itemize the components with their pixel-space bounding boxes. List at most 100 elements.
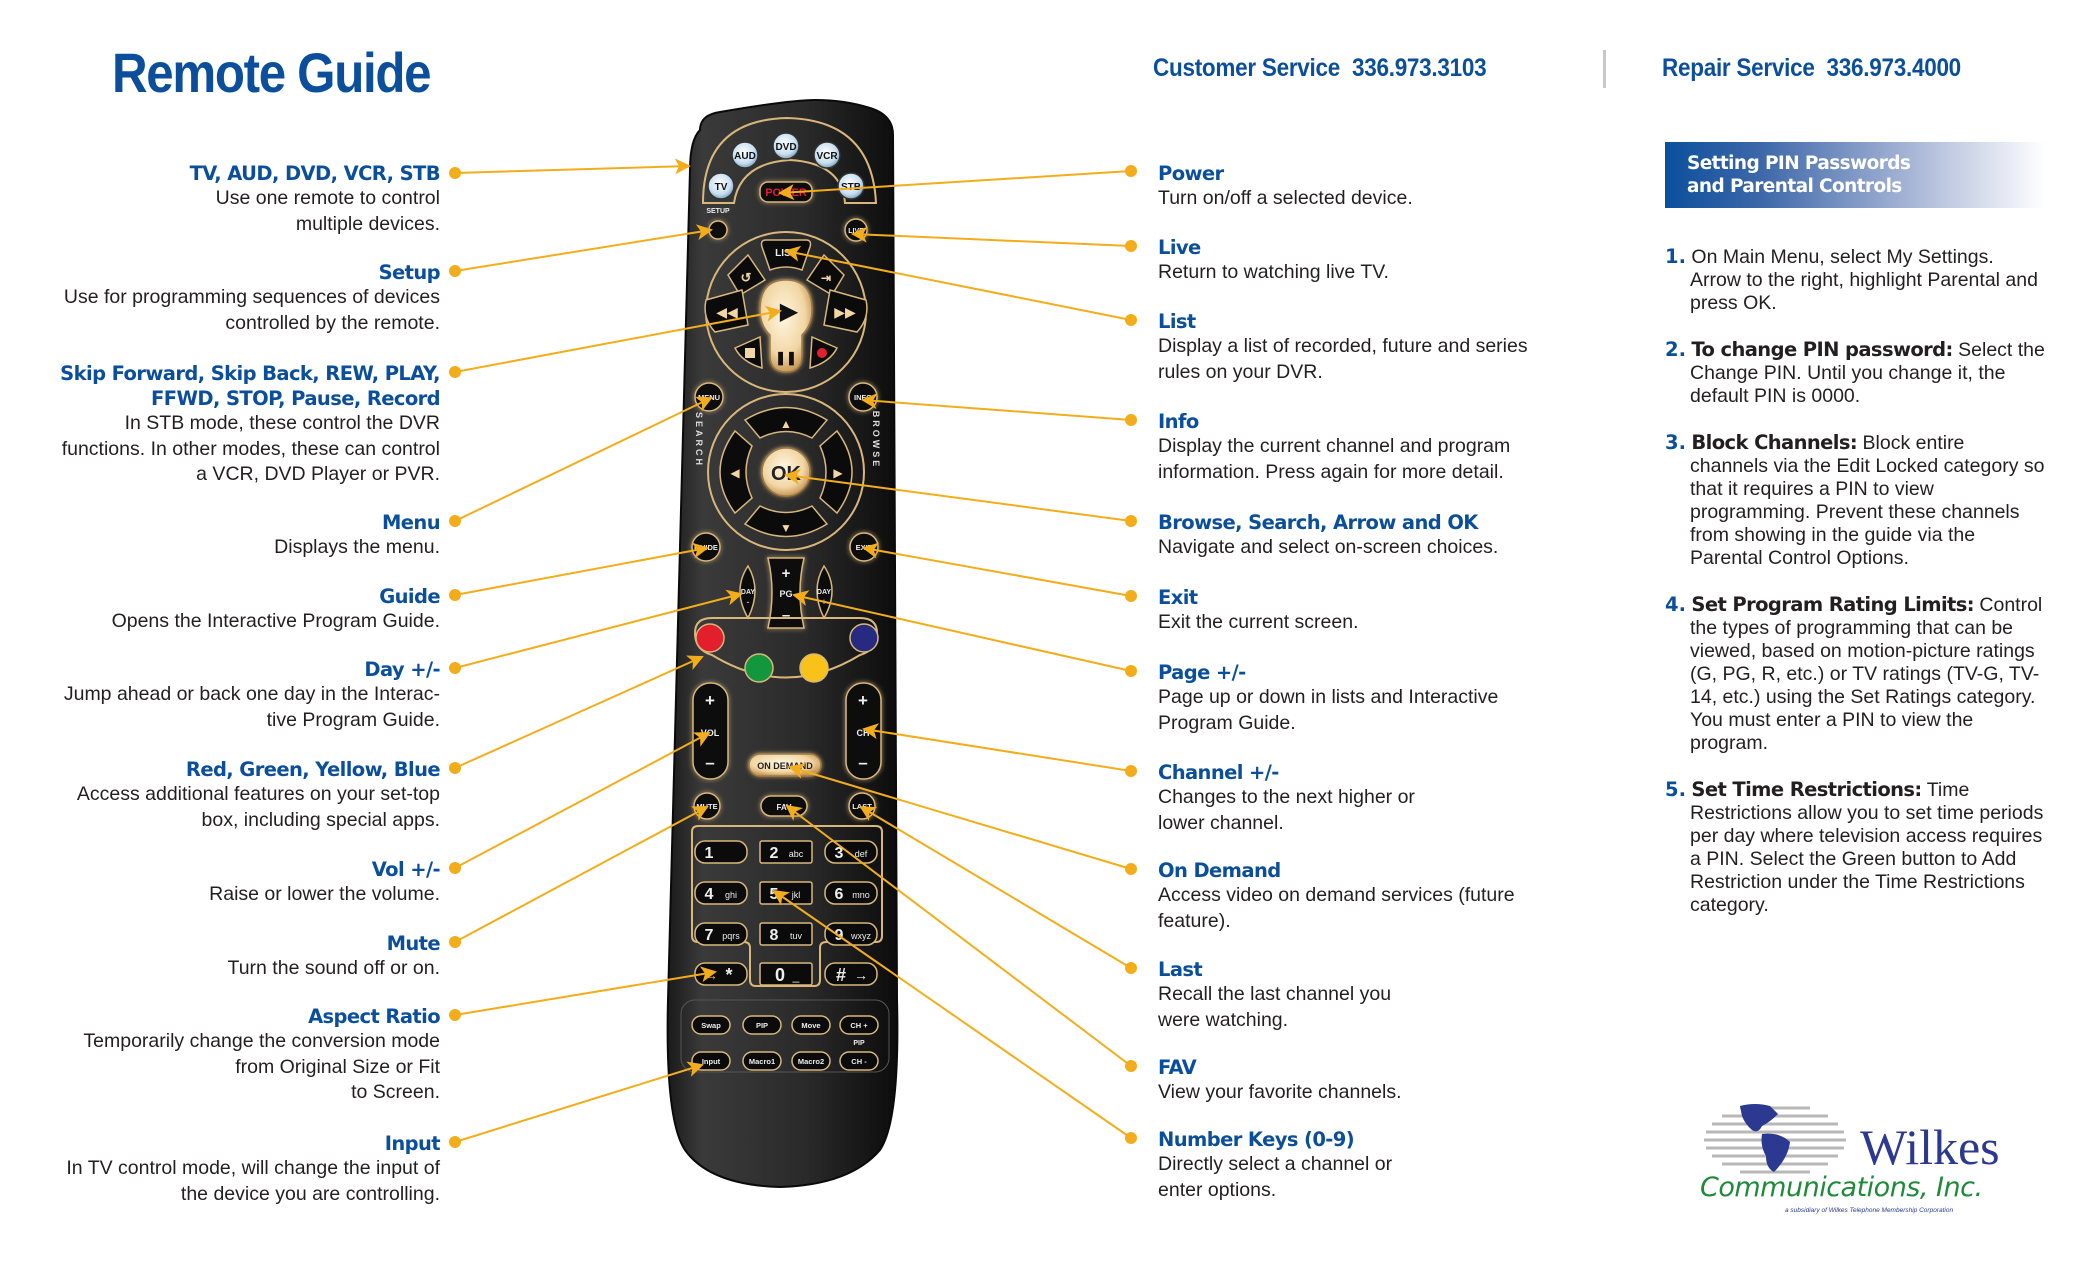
callout-title: Channel +/-	[1158, 761, 1279, 784]
live-button[interactable]: LIVE	[844, 218, 868, 242]
callout-description: information. Press again for more detail…	[1158, 460, 1504, 483]
number-key-6[interactable]: 6 mno	[824, 881, 878, 905]
pin-instructions-list: 1. On Main Menu, select My Settings. Arr…	[1665, 245, 2045, 940]
pin-panel-heading: Setting PIN Passwords and Parental Contr…	[1665, 142, 2045, 208]
number-key-2[interactable]: 2 abc	[759, 840, 813, 864]
callout-right-1-line	[851, 226, 1132, 247]
callout-description: In STB mode, these control the DVR	[124, 412, 440, 434]
callout-left-3: Menu Displays the menu.	[0, 510, 440, 561]
callout-right-6: Page +/- Page up or down in lists and Int…	[1158, 660, 1588, 736]
volume-rocker[interactable]: +VOL–	[692, 682, 729, 780]
last-button[interactable]: LAST	[848, 792, 876, 820]
pin-item-number: 1.	[1665, 245, 1686, 268]
key-letters: mno	[852, 890, 870, 900]
browse-label: BROWSE	[871, 411, 881, 470]
number-key-5[interactable]: 5 jkl	[759, 881, 813, 905]
function-key-macro1[interactable]: Macro1	[742, 1051, 782, 1071]
blue-button[interactable]	[849, 623, 879, 653]
callout-left-6: Red, Green, Yellow, Blue Access additiona…	[0, 757, 441, 833]
callout-description: box, including special apps.	[201, 808, 441, 831]
number-key-1[interactable]: 1	[694, 840, 748, 864]
callout-description: Display the current channel and program	[1158, 435, 1511, 457]
fav-button[interactable]: FAV	[760, 795, 808, 817]
aud-button[interactable]: AUD	[731, 141, 759, 169]
function-key-label: Swap	[701, 1021, 721, 1030]
function-key-swap[interactable]: Swap	[691, 1015, 731, 1035]
function-key-pip[interactable]: PIP	[742, 1015, 782, 1035]
callout-description: a VCR, DVD Player or PVR.	[196, 463, 440, 485]
pin-item-text: On Main Menu, select My Settings. Arrow …	[1690, 246, 2038, 314]
setup-button[interactable]	[708, 220, 728, 240]
number-key-9[interactable]: 9wxyz	[824, 922, 878, 946]
callout-title: Page +/-	[1158, 661, 1246, 684]
vcr-button[interactable]: VCR	[813, 141, 841, 169]
function-key-ch-[interactable]: CH -	[839, 1051, 879, 1071]
number-key-8[interactable]: 8 tuv	[759, 922, 813, 946]
callout-description: rules on your DVR.	[1158, 360, 1323, 383]
menu-button[interactable]: MENU	[694, 382, 724, 412]
key-letters: tuv	[790, 931, 803, 941]
guide-button[interactable]: GUIDE	[691, 532, 721, 562]
tv-button[interactable]: TV	[707, 172, 735, 200]
pin-item-number: 5.	[1665, 778, 1686, 801]
search-label: SEARCH	[694, 412, 704, 468]
exit-button[interactable]: EXIT	[849, 532, 879, 562]
callout-left-4-line	[454, 542, 709, 596]
space-icon: _	[792, 969, 800, 983]
page-minus-icon: –	[782, 607, 790, 624]
function-key-label: Macro2	[798, 1057, 824, 1066]
logo-communications-text: Communications, Inc.	[1700, 1172, 1983, 1203]
ok-button[interactable]: OK	[761, 447, 811, 497]
stb-button[interactable]: STB	[837, 172, 865, 200]
stop-icon	[745, 348, 755, 358]
pin-instruction-item: 2. To change PIN password: Select the Ch…	[1665, 338, 2045, 408]
day-minus-label: DAY	[741, 589, 755, 596]
callout-left-1-line	[454, 224, 713, 272]
red-button[interactable]	[695, 623, 725, 653]
callout-title: FAV	[1158, 1056, 1197, 1079]
last-label: LAST	[852, 802, 872, 811]
arrow-left-icon: ◀	[730, 466, 740, 480]
callout-description: to Screen.	[351, 1081, 440, 1103]
callout-title: Last	[1158, 958, 1203, 981]
page-label: PG	[779, 589, 792, 599]
green-button[interactable]	[744, 653, 774, 683]
arrow-right-icon: →	[704, 967, 718, 983]
number-key-4[interactable]: 4 ghi	[694, 881, 748, 905]
callout-right-7-line	[862, 723, 1132, 772]
callout-description: Temporarily change the conversion mode	[83, 1030, 440, 1052]
vcr-label: VCR	[816, 151, 838, 162]
callout-description: feature).	[1158, 909, 1231, 932]
mute-button[interactable]: MUTE	[693, 792, 721, 820]
info-button[interactable]: INFO	[848, 382, 878, 412]
pin-heading-line1: Setting PIN Passwords	[1687, 153, 1911, 174]
yellow-button[interactable]	[799, 653, 829, 683]
callout-right-5-line	[862, 542, 1132, 597]
callout-description: Raise or lower the volume.	[209, 883, 440, 905]
callout-description: Directly select a channel or	[1158, 1153, 1393, 1175]
function-key-ch-[interactable]: CH +	[839, 1015, 879, 1035]
callout-description: Navigate and select on-screen choices.	[1158, 536, 1499, 558]
ok-label: OK	[771, 463, 802, 485]
function-key-label: CH -	[851, 1057, 867, 1066]
pin-instruction-item: 5. Set Time Restrictions: Time Restricti…	[1665, 778, 2045, 917]
callout-title: TV, AUD, DVD, VCR, STB	[189, 162, 441, 185]
arrow-right-icon: →	[854, 967, 868, 983]
callout-title: Info	[1158, 410, 1199, 433]
function-key-move[interactable]: Move	[791, 1015, 831, 1035]
callout-right-9: Last Recall the last channel you were watc…	[1158, 957, 1588, 1033]
page-plus-icon: +	[782, 565, 791, 582]
number-key-7[interactable]: 7 pqrs	[694, 922, 748, 946]
callout-title: On Demand	[1158, 859, 1281, 882]
function-key-macro2[interactable]: Macro2	[791, 1051, 831, 1071]
callout-right-7: Channel +/- Changes to the next higher or…	[1158, 760, 1588, 836]
number-key-3[interactable]: 3 def	[824, 840, 878, 864]
callout-title: Mute	[386, 932, 441, 955]
hash-key[interactable]: # →	[824, 962, 878, 986]
dvd-button[interactable]: DVD	[772, 132, 800, 160]
pin-item-number: 3.	[1665, 431, 1686, 454]
callout-right-0: Power Turn on/off a selected device.	[1158, 161, 1588, 212]
pin-item-number: 2.	[1665, 338, 1686, 361]
callout-description: Return to watching live TV.	[1158, 261, 1389, 283]
zero-key[interactable]: 0 _	[759, 962, 813, 986]
